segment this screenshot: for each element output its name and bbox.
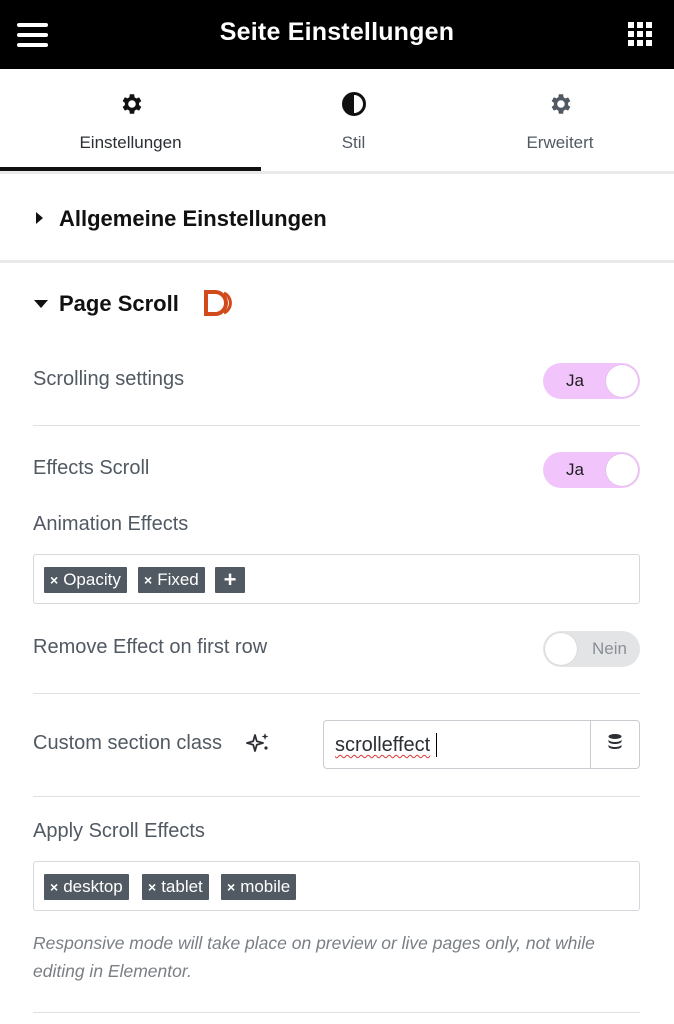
- panel-header: Seite Einstellungen: [0, 0, 674, 69]
- tab-erweitert[interactable]: Erweitert: [446, 69, 674, 174]
- caret-right-icon: [36, 212, 43, 224]
- animation-effects-label: Animation Effects: [33, 513, 189, 535]
- tag-label: tablet: [161, 877, 203, 896]
- toggle-state-text: Nein: [592, 639, 627, 658]
- database-icon: [607, 733, 623, 756]
- control-divider: [33, 693, 640, 694]
- toggle-knob: [606, 454, 638, 486]
- control-divider: [33, 425, 640, 426]
- apply-scroll-effects-select[interactable]: × desktop × tablet × mobile: [33, 861, 640, 911]
- remove-tag-icon[interactable]: ×: [50, 879, 58, 895]
- tab-stil-label: Stil: [341, 133, 366, 152]
- contrast-half-circle-icon: [261, 91, 446, 117]
- toggle-knob: [545, 633, 577, 665]
- custom-section-class-label: Custom section class: [33, 732, 222, 754]
- control-divider: [33, 796, 640, 797]
- section-general-title: Allgemeine Einstellungen: [59, 206, 327, 231]
- caret-down-icon: [34, 300, 48, 308]
- tag-tablet[interactable]: × tablet: [142, 874, 209, 900]
- tag-desktop[interactable]: × desktop: [44, 874, 129, 900]
- scrolling-settings-toggle[interactable]: Ja: [543, 363, 640, 399]
- remove-tag-icon[interactable]: ×: [227, 879, 235, 895]
- section-page-scroll-title: Page Scroll: [59, 291, 179, 316]
- toggle-knob: [606, 365, 638, 397]
- tag-opacity[interactable]: × Opacity: [44, 567, 127, 593]
- effects-scroll-label: Effects Scroll: [33, 457, 150, 479]
- tab-einstellungen-label: Einstellungen: [79, 133, 182, 152]
- gear-icon: [446, 91, 674, 117]
- responsive-mode-note: Responsive mode will take place on previ…: [33, 933, 595, 981]
- section-page-scroll-header[interactable]: Page Scroll: [0, 263, 674, 343]
- tag-fixed[interactable]: × Fixed: [138, 567, 205, 593]
- apply-scroll-effects-label: Apply Scroll Effects: [33, 820, 205, 842]
- tag-label: Fixed: [157, 570, 199, 589]
- add-effect-button[interactable]: +: [215, 567, 245, 593]
- dynamic-tags-button[interactable]: [590, 721, 639, 768]
- custom-section-class-value[interactable]: scrolleffect: [335, 734, 430, 757]
- remove-tag-icon[interactable]: ×: [50, 572, 58, 588]
- tag-label: mobile: [240, 877, 291, 896]
- remove-tag-icon[interactable]: ×: [144, 572, 152, 588]
- scrolling-settings-label: Scrolling settings: [33, 368, 185, 390]
- remove-effect-first-row-toggle[interactable]: Nein: [543, 631, 640, 667]
- dynamic-ooo-logo-icon: [204, 290, 236, 321]
- tab-stil[interactable]: Stil: [261, 69, 446, 174]
- settings-tabs: Einstellungen Stil Erweitert: [0, 69, 674, 174]
- tag-mobile[interactable]: × mobile: [221, 874, 297, 900]
- panel-title: Seite Einstellungen: [219, 18, 455, 46]
- toggle-state-text: Ja: [566, 460, 584, 479]
- remove-tag-icon[interactable]: ×: [148, 879, 156, 895]
- text-cursor: [436, 733, 437, 757]
- tag-label: Opacity: [63, 570, 121, 589]
- effects-scroll-toggle[interactable]: Ja: [543, 452, 640, 488]
- tab-einstellungen[interactable]: Einstellungen: [0, 69, 261, 174]
- tab-erweitert-label: Erweitert: [526, 133, 594, 152]
- gear-icon: [0, 91, 261, 117]
- control-divider: [33, 1012, 640, 1013]
- apps-grid-icon[interactable]: [628, 22, 652, 46]
- sparkle-ai-icon[interactable]: [246, 732, 270, 759]
- remove-effect-first-row-label: Remove Effect on first row: [33, 636, 268, 658]
- toggle-state-text: Ja: [566, 371, 584, 390]
- tag-label: desktop: [63, 877, 123, 896]
- animation-effects-select[interactable]: × Opacity × Fixed +: [33, 554, 640, 604]
- section-general-header[interactable]: Allgemeine Einstellungen: [0, 174, 674, 260]
- custom-section-class-input[interactable]: scrolleffect: [323, 720, 640, 769]
